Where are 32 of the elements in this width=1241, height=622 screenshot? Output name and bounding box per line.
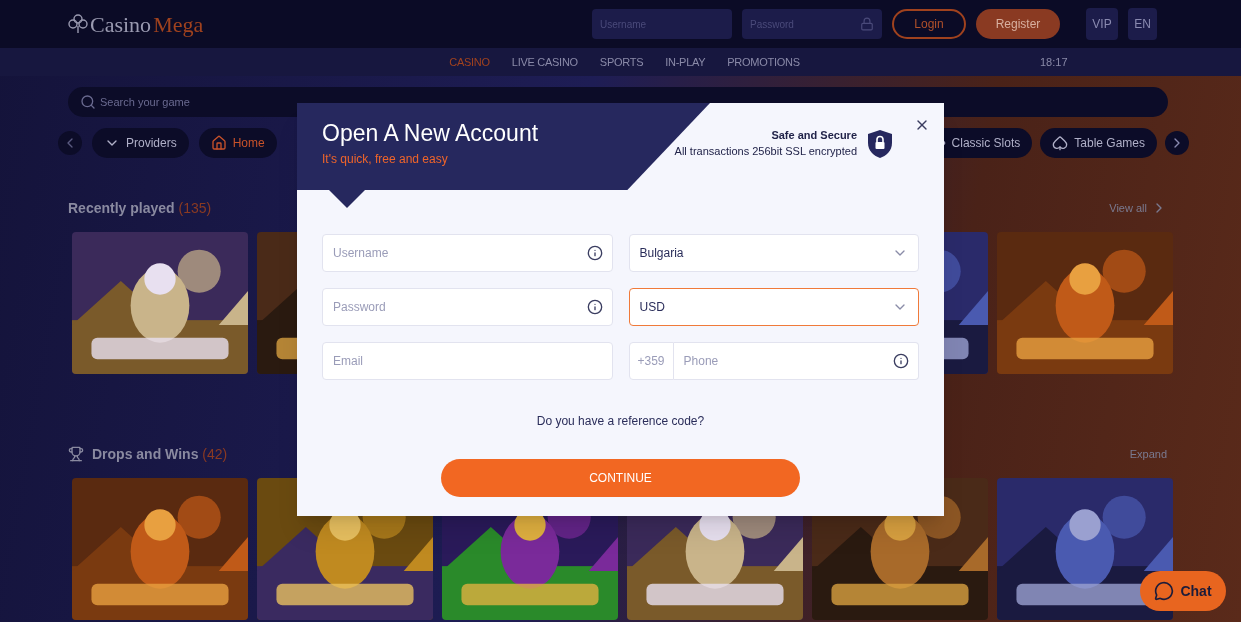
- modal-title: Open A New Account: [322, 119, 539, 148]
- nav-link[interactable]: IN-PLAY: [665, 53, 706, 71]
- register-button[interactable]: Register: [976, 9, 1060, 39]
- vip-button[interactable]: VIP: [1086, 8, 1118, 40]
- nav-link[interactable]: SPORTS: [599, 53, 644, 71]
- input-field[interactable]: Password: [322, 288, 613, 326]
- chat-button[interactable]: Chat: [1140, 571, 1226, 611]
- select-field[interactable]: USD: [628, 288, 919, 326]
- login-button[interactable]: Login: [892, 9, 966, 39]
- input-field[interactable]: Username: [322, 234, 613, 272]
- section-title: Recently played (135): [68, 198, 212, 218]
- secure-title: Safe and Secure: [770, 129, 857, 143]
- nav-link[interactable]: CASINO: [449, 53, 490, 71]
- section-link[interactable]: Expand: [1129, 445, 1167, 463]
- continue-button[interactable]: CONTINUE: [441, 459, 800, 497]
- clock-time: 18:17: [1040, 54, 1068, 70]
- category-tab[interactable]: Providers: [92, 128, 189, 158]
- reference-code-link[interactable]: Do you have a reference code?: [536, 412, 705, 430]
- phone-field[interactable]: Phone: [673, 342, 919, 380]
- input-field[interactable]: Email: [322, 342, 613, 380]
- section-link[interactable]: View all: [1109, 199, 1167, 217]
- phone-prefix: +359: [628, 342, 674, 380]
- select-field[interactable]: Bulgaria: [628, 234, 919, 272]
- nav-link[interactable]: PROMOTIONS: [727, 53, 800, 71]
- section-title: Drops and Wins (42): [92, 444, 228, 464]
- category-tab[interactable]: Home: [198, 128, 277, 158]
- language-button[interactable]: EN: [1128, 8, 1157, 40]
- secure-text: All transactions 256bit SSL encrypted: [674, 144, 857, 159]
- modal-subtitle: It's quick, free and easy: [322, 150, 449, 168]
- logo[interactable]: CasinoMega: [68, 7, 204, 41]
- category-tab[interactable]: Table Games: [1040, 128, 1157, 158]
- nav-link[interactable]: LIVE CASINO: [511, 53, 578, 71]
